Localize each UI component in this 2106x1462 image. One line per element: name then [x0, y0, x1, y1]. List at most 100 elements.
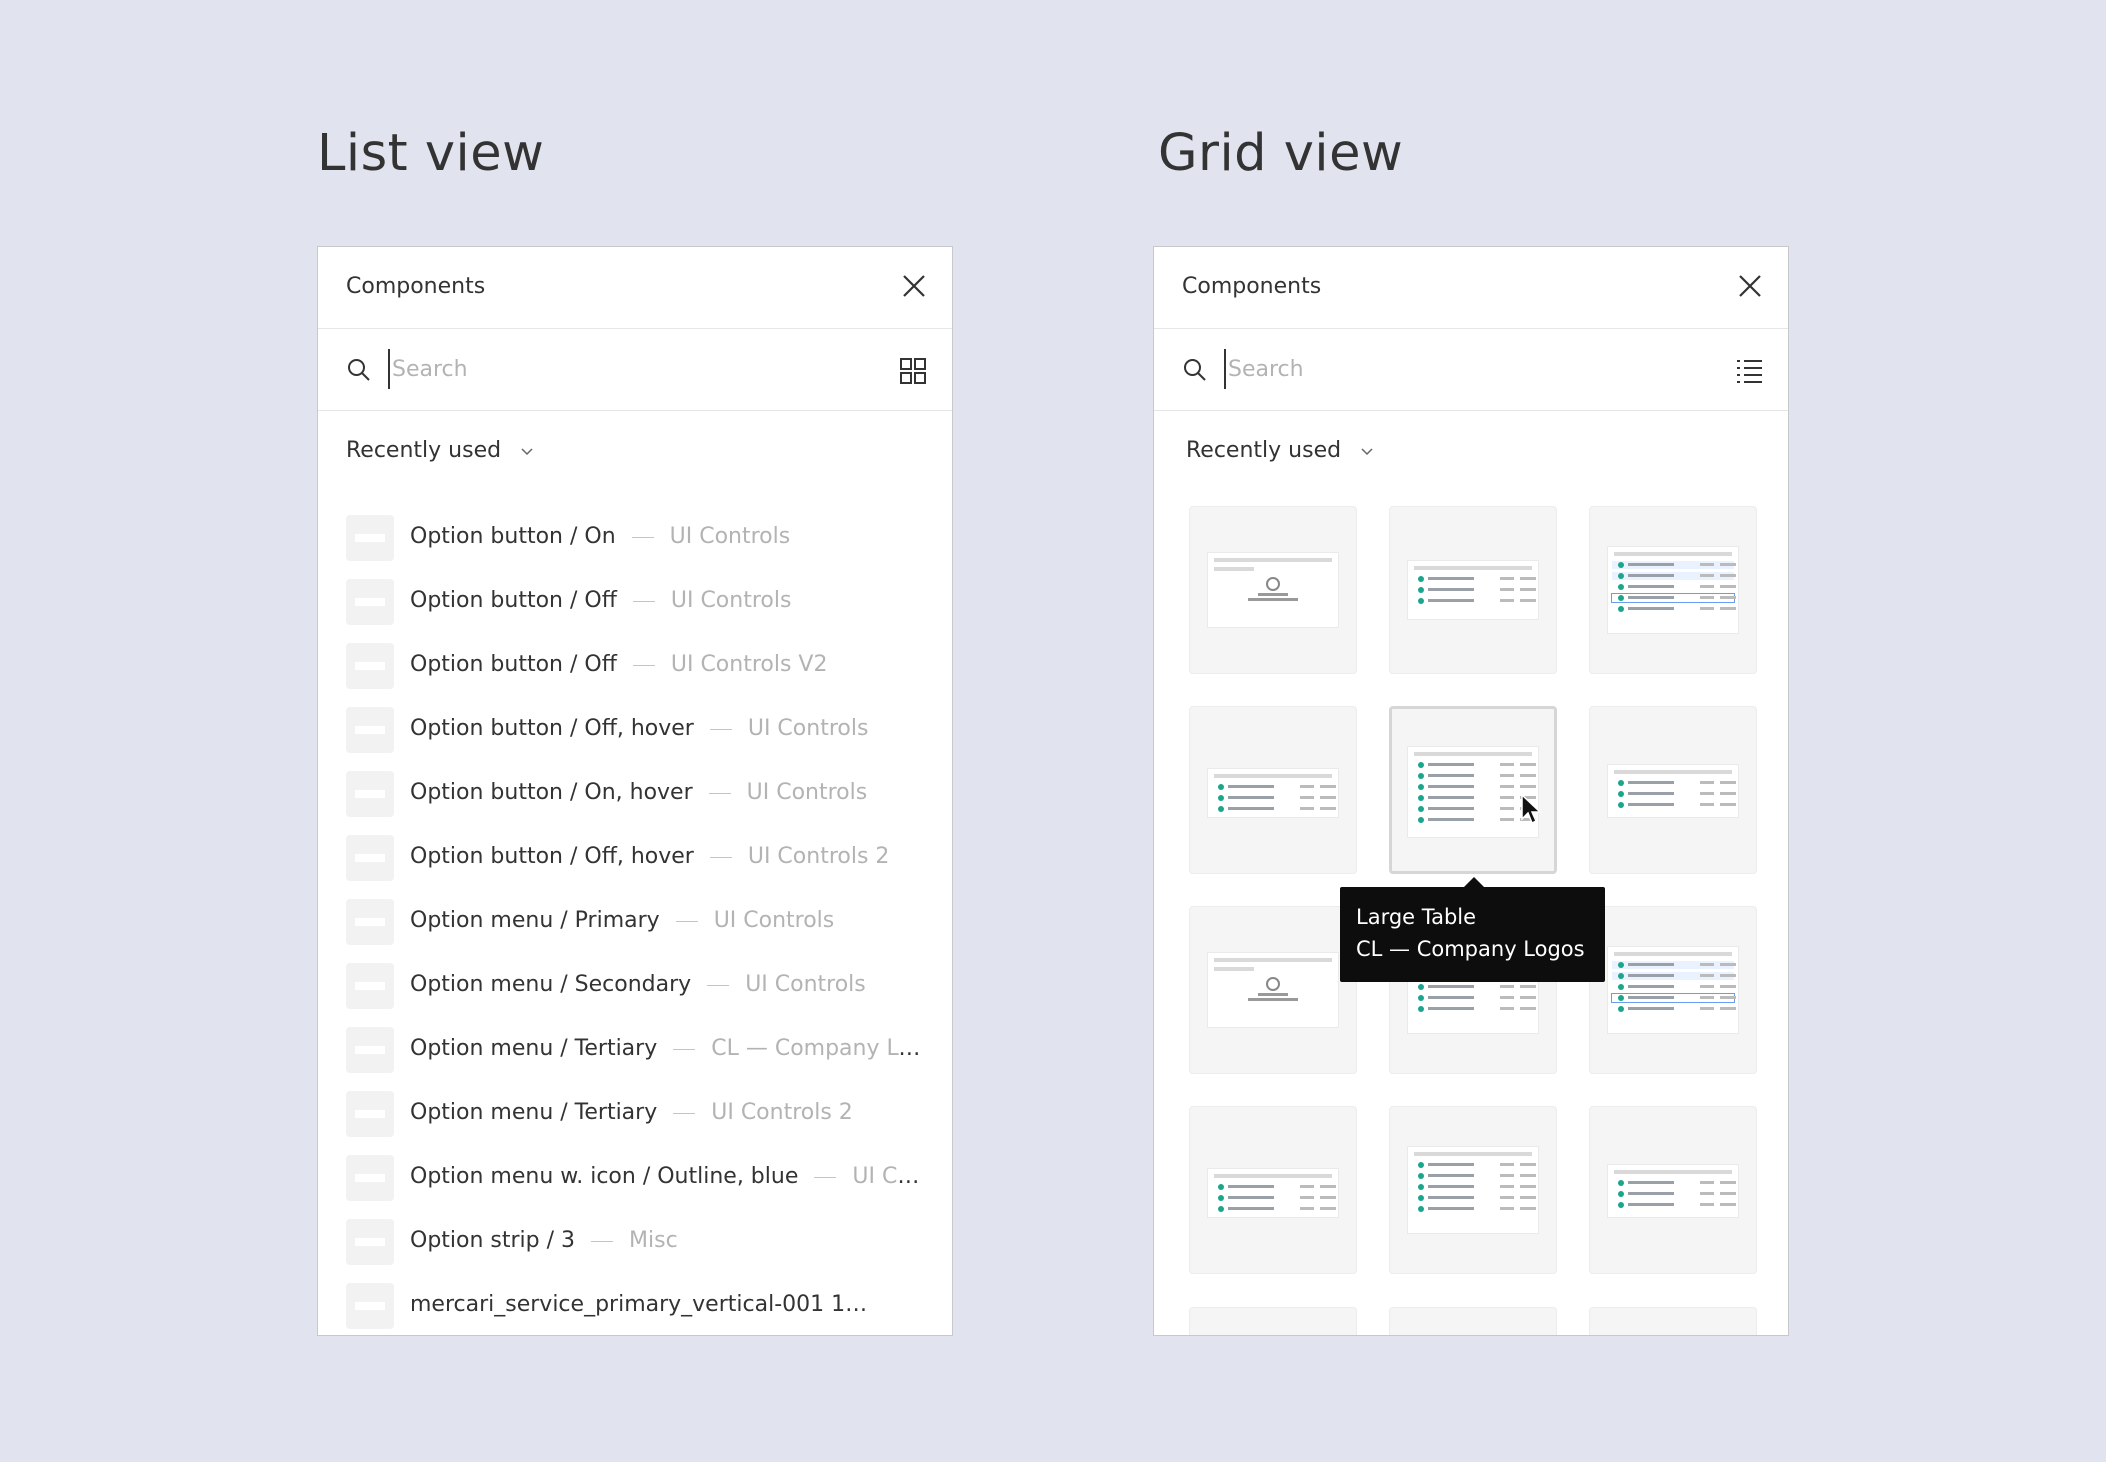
- separator: [709, 856, 732, 858]
- grid-tile[interactable]: [1389, 1307, 1557, 1335]
- panel-header: Components: [318, 247, 952, 329]
- grid-icon[interactable]: [898, 356, 928, 386]
- item-library: UI Controls: [745, 972, 866, 997]
- grid-tile-large-table[interactable]: [1389, 706, 1557, 874]
- panel-title: Components: [346, 274, 486, 299]
- search-row: [1154, 329, 1788, 411]
- recently-used-dropdown[interactable]: Recently used: [1186, 438, 1374, 463]
- separator: [673, 1112, 696, 1114]
- search-icon: [1184, 359, 1206, 381]
- separator: [708, 792, 731, 794]
- panel-header: Components: [1154, 247, 1788, 329]
- list-item[interactable]: Option button / On UI Controls: [318, 505, 952, 569]
- grid-tile[interactable]: [1589, 506, 1757, 674]
- filter-label: Recently used: [1186, 438, 1342, 463]
- tooltip-title: Large Table: [1356, 905, 1477, 929]
- item-name: Option menu w. icon / Outline, blue: [410, 1164, 799, 1189]
- separator: [707, 984, 730, 986]
- item-library: CL — Company Lo...: [711, 1036, 922, 1061]
- component-thumbnail: [346, 1283, 394, 1329]
- grid-tile[interactable]: [1389, 506, 1557, 674]
- component-preview: [1608, 947, 1738, 1033]
- grid-view-heading: Grid view: [1158, 124, 1404, 183]
- list-icon[interactable]: [1734, 356, 1764, 386]
- search-icon: [348, 359, 370, 381]
- list-view-heading: List view: [317, 124, 545, 183]
- grid-tile[interactable]: [1389, 1106, 1557, 1274]
- tooltip-subtitle: CL — Company Logos: [1356, 937, 1585, 961]
- component-thumbnail: [346, 771, 394, 817]
- panel-title: Components: [1182, 274, 1322, 299]
- filter-row: Recently used: [1154, 411, 1788, 481]
- item-library: UI Controls 2: [711, 1100, 853, 1125]
- components-panel-list: Components Recently used Option button /…: [317, 246, 953, 1336]
- item-library: UI Con...: [852, 1164, 922, 1189]
- list-item[interactable]: Option menu w. icon / Outline, blue UI Co…: [318, 1145, 952, 1209]
- component-preview: [1608, 765, 1738, 817]
- list-item[interactable]: Option menu / Primary UI Controls: [318, 889, 952, 953]
- search-row: [318, 329, 952, 411]
- item-name: mercari_service_primary_vertical-001 1: [410, 1292, 846, 1317]
- component-thumbnail: [346, 515, 394, 561]
- grid-tile[interactable]: [1189, 506, 1357, 674]
- component-list: Option button / On UI Controls Option but…: [318, 505, 952, 1335]
- separator: [632, 664, 655, 666]
- component-preview: [1208, 953, 1338, 1027]
- component-thumbnail: [346, 643, 394, 689]
- search-input[interactable]: [388, 349, 852, 389]
- grid-tile[interactable]: [1589, 1106, 1757, 1274]
- chevron-down-icon: [521, 448, 533, 456]
- item-name: Option strip / 3: [410, 1228, 576, 1253]
- item-name: Option menu / Tertiary: [410, 1100, 658, 1125]
- item-name: Option button / On, hover: [410, 780, 693, 805]
- item-library: UI Controls V2: [670, 652, 828, 677]
- component-thumbnail: [346, 963, 394, 1009]
- grid-tile[interactable]: [1189, 906, 1357, 1074]
- list-item[interactable]: Option button / On, hover UI Controls: [318, 761, 952, 825]
- component-preview: [1208, 553, 1338, 627]
- close-icon[interactable]: [1736, 272, 1764, 300]
- list-item[interactable]: Option button / Off, hover UI Controls 2: [318, 825, 952, 889]
- component-thumbnail: [346, 1091, 394, 1137]
- list-item[interactable]: Option button / Off UI Controls V2: [318, 633, 952, 697]
- mouse-cursor-icon: [1521, 793, 1542, 825]
- component-thumbnail: [346, 899, 394, 945]
- grid-tile[interactable]: [1189, 706, 1357, 874]
- component-preview: [1408, 747, 1538, 837]
- list-item[interactable]: Option menu / Tertiary CL — Company Lo...: [318, 1017, 952, 1081]
- item-library: UI Controls: [747, 716, 869, 741]
- list-item[interactable]: mercari_service_primary_vertical-001 1 CL…: [318, 1273, 952, 1335]
- recently-used-dropdown[interactable]: Recently used: [346, 438, 534, 463]
- search-input[interactable]: [1224, 349, 1688, 389]
- item-library: UI Controls 2: [747, 844, 890, 869]
- close-icon[interactable]: [900, 272, 928, 300]
- component-thumbnail: [346, 579, 394, 625]
- list-item[interactable]: Option menu / Secondary UI Controls: [318, 953, 952, 1017]
- component-preview: [1408, 1147, 1538, 1233]
- separator: [675, 920, 698, 922]
- filter-row: Recently used: [318, 411, 952, 481]
- list-item[interactable]: Option button / Off UI Controls: [318, 569, 952, 633]
- separator: [673, 1048, 696, 1050]
- grid-tile[interactable]: [1589, 1307, 1757, 1335]
- component-preview: [1408, 561, 1538, 619]
- list-item[interactable]: Option strip / 3 Misc: [318, 1209, 952, 1273]
- item-library: UI Controls: [669, 524, 791, 549]
- component-preview: [1608, 547, 1738, 633]
- grid-tile[interactable]: [1589, 706, 1757, 874]
- chevron-down-icon: [1361, 448, 1373, 456]
- item-name: Option button / Off, hover: [410, 844, 694, 869]
- item-name: Option button / Off: [410, 588, 617, 613]
- components-panel-grid: Components Recently used: [1153, 246, 1789, 1336]
- component-thumbnail: [346, 1155, 394, 1201]
- grid-tile[interactable]: [1189, 1106, 1357, 1274]
- filter-label: Recently used: [346, 438, 502, 463]
- separator: [709, 728, 732, 730]
- item-library: UI Controls: [713, 908, 835, 933]
- list-item[interactable]: Option menu / Tertiary UI Controls 2: [318, 1081, 952, 1145]
- component-tooltip: Large Table CL — Company Logos: [1340, 877, 1605, 982]
- grid-tile[interactable]: [1589, 906, 1757, 1074]
- list-item[interactable]: Option button / Off, hover UI Controls: [318, 697, 952, 761]
- item-name: Option menu / Tertiary: [410, 1036, 658, 1061]
- grid-tile[interactable]: [1189, 1307, 1357, 1335]
